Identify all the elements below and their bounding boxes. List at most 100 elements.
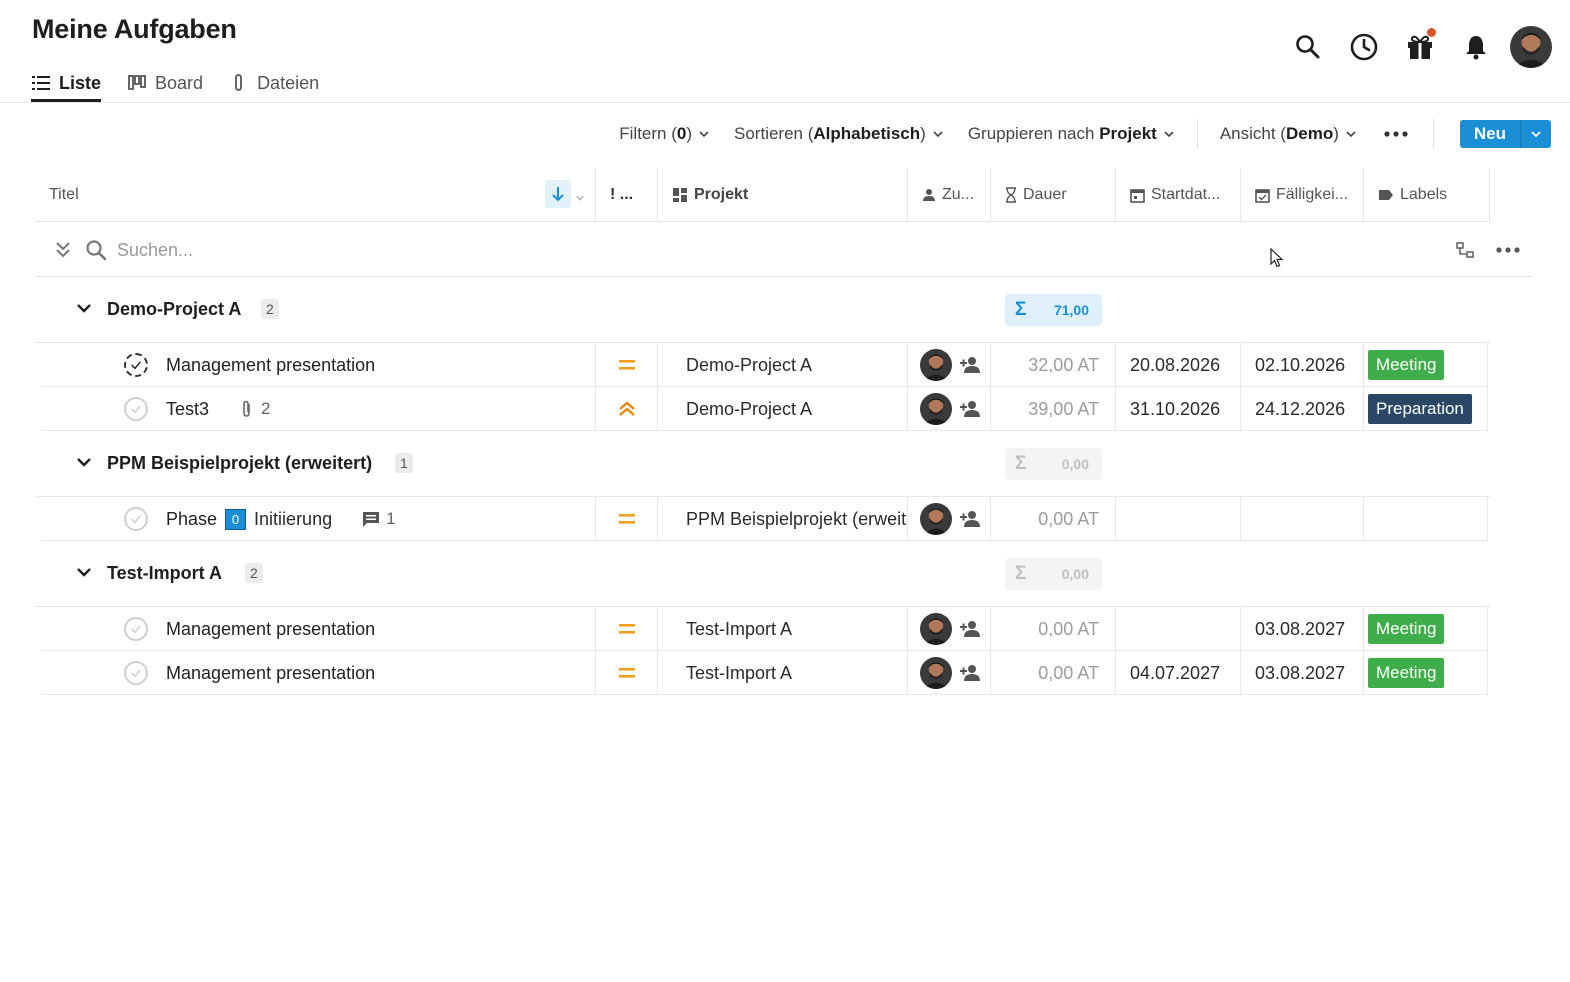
avatar	[920, 349, 952, 381]
group-header[interactable]: Demo-Project A 2 Σ 71,00	[35, 277, 1490, 343]
group-header[interactable]: PPM Beispielprojekt (erweitert) 1 Σ 0,00	[35, 431, 1490, 497]
duration-cell[interactable]: 0,00 AT	[991, 651, 1116, 695]
add-person-icon[interactable]	[958, 507, 982, 531]
chevron-down-icon[interactable]	[75, 299, 93, 322]
duration-cell[interactable]: 0,00 AT	[991, 497, 1116, 541]
add-person-icon[interactable]	[958, 617, 982, 641]
task-title[interactable]: Test3	[166, 399, 209, 420]
more-options-icon[interactable]	[1495, 246, 1521, 254]
table-row[interactable]: Management presentation Test-Import A 0,…	[42, 607, 1488, 651]
bell-icon[interactable]	[1454, 25, 1498, 69]
due-date-cell[interactable]: 03.08.2027	[1241, 651, 1364, 695]
task-title[interactable]: Management presentation	[166, 663, 375, 684]
duration-cell[interactable]: 39,00 AT	[991, 387, 1116, 431]
new-task-button[interactable]: Neu	[1459, 120, 1551, 148]
clock-icon[interactable]	[1342, 25, 1386, 69]
priority-medium-icon[interactable]	[596, 607, 658, 651]
hierarchy-icon[interactable]	[1456, 241, 1474, 259]
complete-checkbox[interactable]	[124, 617, 148, 641]
group-header[interactable]: Test-Import A 2 Σ 0,00	[35, 541, 1490, 607]
chevron-down-icon[interactable]	[575, 190, 585, 208]
priority-medium-icon[interactable]	[596, 343, 658, 387]
start-date-cell[interactable]: 20.08.2026	[1116, 343, 1241, 387]
table-row[interactable]: Phase 0 Initiierung 1 PPM Beispielprojek…	[42, 497, 1488, 541]
start-date-cell[interactable]: 31.10.2026	[1116, 387, 1241, 431]
assignee-cell[interactable]	[908, 387, 991, 431]
labels-cell[interactable]: Meeting	[1364, 343, 1488, 387]
tab-liste[interactable]: Liste	[31, 64, 102, 102]
column-project[interactable]: Projekt	[658, 168, 908, 222]
assignee-cell[interactable]	[908, 343, 991, 387]
label-chip[interactable]: Meeting	[1368, 350, 1445, 380]
chevron-down-icon[interactable]	[1521, 120, 1551, 148]
complete-checkbox[interactable]	[124, 397, 148, 421]
due-date-cell[interactable]: 02.10.2026	[1241, 343, 1364, 387]
task-title[interactable]: Initiierung	[254, 509, 332, 530]
collapse-all-icon[interactable]	[53, 240, 73, 260]
due-date-cell[interactable]: 03.08.2027	[1241, 607, 1364, 651]
chevron-down-icon[interactable]	[75, 563, 93, 586]
project-cell[interactable]: Test-Import A	[658, 651, 908, 695]
search-input[interactable]: Suchen...	[117, 240, 193, 261]
chevron-down-icon[interactable]	[75, 453, 93, 476]
duration-cell[interactable]: 0,00 AT	[991, 607, 1116, 651]
filter-button[interactable]: Filtern (0)	[607, 124, 722, 144]
priority-medium-icon[interactable]	[596, 497, 658, 541]
labels-cell[interactable]: Meeting	[1364, 607, 1488, 651]
label-chip[interactable]: Meeting	[1368, 658, 1445, 688]
attachment-count[interactable]: 2	[239, 399, 271, 419]
table-row[interactable]: Test3 2 Demo-Project A 39,00 AT 31.10.20…	[42, 387, 1488, 431]
label-chip[interactable]: Preparation	[1368, 394, 1472, 424]
due-date-cell[interactable]: 24.12.2026	[1241, 387, 1364, 431]
comment-count[interactable]: 1	[362, 509, 396, 529]
gift-icon[interactable]	[1398, 25, 1442, 69]
assignee-cell[interactable]	[908, 651, 991, 695]
sort-button[interactable]: Sortieren (Alphabetisch)	[722, 124, 956, 144]
due-date-cell[interactable]	[1241, 497, 1364, 541]
column-start-date[interactable]: Startdat...	[1116, 168, 1241, 222]
table-row[interactable]: Management presentation Demo-Project A 3…	[42, 343, 1488, 387]
complete-checkbox[interactable]	[124, 507, 148, 531]
assignee-cell[interactable]	[908, 607, 991, 651]
priority-medium-icon[interactable]	[596, 651, 658, 695]
complete-checkbox[interactable]	[124, 661, 148, 685]
start-date-cell[interactable]	[1116, 607, 1241, 651]
task-title-prefix[interactable]: Phase	[166, 509, 217, 530]
column-labels[interactable]: Labels	[1364, 168, 1490, 222]
add-person-icon[interactable]	[958, 353, 982, 377]
project-cell[interactable]: Test-Import A	[658, 607, 908, 651]
column-assignee[interactable]: Zu...	[908, 168, 991, 222]
task-title[interactable]: Management presentation	[166, 619, 375, 640]
column-duration[interactable]: Dauer	[991, 168, 1116, 222]
tab-dateien[interactable]: Dateien	[229, 64, 319, 102]
task-title[interactable]: Management presentation	[166, 355, 375, 376]
start-date-cell[interactable]: 04.07.2027	[1116, 651, 1241, 695]
duration-cell[interactable]: 32,00 AT	[991, 343, 1116, 387]
labels-cell[interactable]: Meeting	[1364, 651, 1488, 695]
project-cell[interactable]: Demo-Project A	[658, 387, 908, 431]
search-icon[interactable]	[1286, 25, 1330, 69]
project-cell[interactable]: Demo-Project A	[658, 343, 908, 387]
labels-cell[interactable]: Preparation	[1364, 387, 1488, 431]
complete-checkbox[interactable]	[124, 353, 148, 377]
tab-board[interactable]: Board	[127, 64, 203, 102]
column-due-date[interactable]: Fälligkei...	[1241, 168, 1364, 222]
column-title[interactable]: Titel	[35, 168, 596, 222]
user-avatar[interactable]	[1510, 26, 1552, 68]
labels-cell[interactable]	[1364, 497, 1488, 541]
add-person-icon[interactable]	[958, 661, 982, 685]
table-row[interactable]: Management presentation Test-Import A 0,…	[42, 651, 1488, 695]
chevron-down-icon	[699, 131, 709, 138]
priority-high-icon[interactable]	[596, 387, 658, 431]
group-by-button[interactable]: Gruppieren nach Projekt	[956, 124, 1187, 144]
column-priority[interactable]: ! ...	[596, 168, 658, 222]
more-options-icon[interactable]	[1369, 130, 1423, 138]
view-button[interactable]: Ansicht (Demo)	[1208, 124, 1369, 144]
assignee-cell[interactable]	[908, 497, 991, 541]
label-chip[interactable]: Meeting	[1368, 614, 1445, 644]
sigma-icon: Σ	[1015, 299, 1027, 320]
project-cell[interactable]: PPM Beispielprojekt (erweitert)	[658, 497, 908, 541]
start-date-cell[interactable]	[1116, 497, 1241, 541]
add-person-icon[interactable]	[958, 397, 982, 421]
sort-arrow-down-icon[interactable]	[545, 180, 571, 208]
